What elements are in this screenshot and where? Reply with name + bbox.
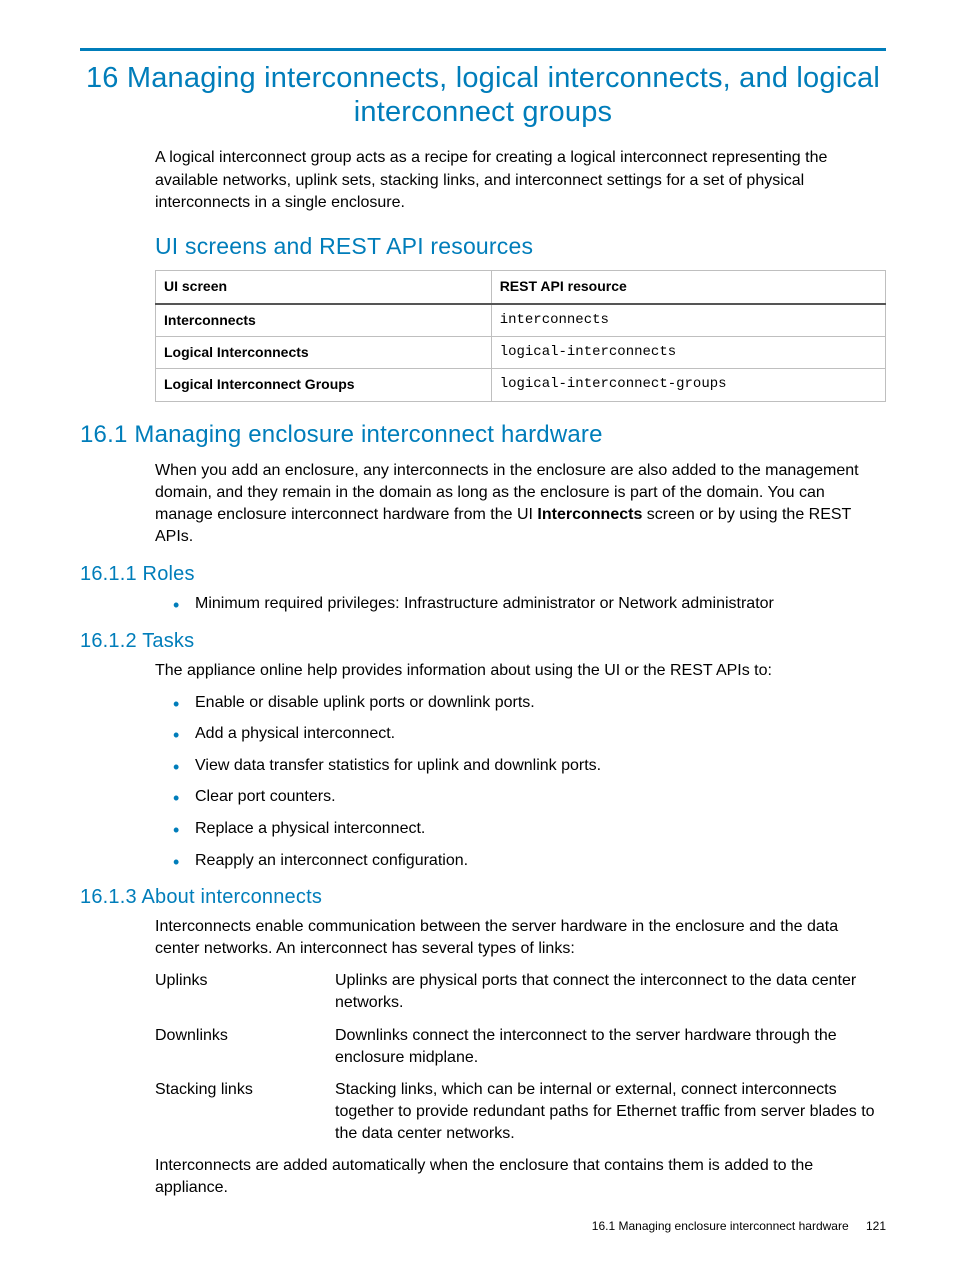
sec-16-1-para: When you add an enclosure, any interconn… <box>155 460 886 548</box>
ui-rest-table-wrap: UI screen REST API resource Interconnect… <box>155 270 886 401</box>
th-ui-screen: UI screen <box>156 271 492 304</box>
intro-block: A logical interconnect group acts as a r… <box>155 147 886 213</box>
cell-api: logical-interconnect-groups <box>491 369 885 401</box>
list-item: Minimum required privileges: Infrastruct… <box>195 593 886 615</box>
cell-ui: Interconnects <box>156 304 492 337</box>
def-row: Stacking links Stacking links, which can… <box>155 1079 886 1145</box>
ui-rest-table: UI screen REST API resource Interconnect… <box>155 270 886 401</box>
list-item: Clear port counters. <box>195 786 886 808</box>
table-row: Interconnects interconnects <box>156 304 886 337</box>
about-lead: Interconnects enable communication betwe… <box>155 916 886 960</box>
list-item: Enable or disable uplink ports or downli… <box>195 692 886 714</box>
cell-api: logical-interconnects <box>491 337 885 369</box>
tasks-lead: The appliance online help provides infor… <box>155 660 886 682</box>
cell-api: interconnects <box>491 304 885 337</box>
list-item: Reapply an interconnect configuration. <box>195 850 886 872</box>
footer-page-number: 121 <box>866 1219 886 1233</box>
roles-list: Minimum required privileges: Infrastruct… <box>155 593 886 615</box>
intro-text: A logical interconnect group acts as a r… <box>155 147 886 213</box>
sec-16-1-2-body: The appliance online help provides infor… <box>155 660 886 872</box>
footer-label: 16.1 Managing enclosure interconnect har… <box>592 1219 849 1233</box>
sec-16-1-2-heading: 16.1.2 Tasks <box>80 629 886 654</box>
top-rule <box>80 48 886 51</box>
link-types-list: Uplinks Uplinks are physical ports that … <box>155 970 886 1145</box>
def-row: Downlinks Downlinks connect the intercon… <box>155 1025 886 1069</box>
tasks-list: Enable or disable uplink ports or downli… <box>155 692 886 872</box>
sec-16-1-body: When you add an enclosure, any interconn… <box>155 460 886 548</box>
list-item: View data transfer statistics for uplink… <box>195 755 886 777</box>
sec-16-1-3-trail: Interconnects are added automatically wh… <box>155 1155 886 1199</box>
sec-16-1-3-lead: Interconnects enable communication betwe… <box>155 916 886 960</box>
list-item: Add a physical interconnect. <box>195 723 886 745</box>
th-rest-resource: REST API resource <box>491 271 885 304</box>
def-desc: Stacking links, which can be internal or… <box>335 1079 886 1145</box>
page-footer: 16.1 Managing enclosure interconnect har… <box>592 1219 886 1233</box>
def-term: Stacking links <box>155 1079 335 1145</box>
ui-rest-heading: UI screens and REST API resources <box>155 232 886 261</box>
cell-ui: Logical Interconnect Groups <box>156 369 492 401</box>
table-row: Logical Interconnect Groups logical-inte… <box>156 369 886 401</box>
sec-16-1-heading: 16.1 Managing enclosure interconnect har… <box>80 420 886 450</box>
about-trail: Interconnects are added automatically wh… <box>155 1155 886 1199</box>
sec-16-1-1-heading: 16.1.1 Roles <box>80 562 886 587</box>
sec-16-1-3-heading: 16.1.3 About interconnects <box>80 885 886 910</box>
def-term: Uplinks <box>155 970 335 1014</box>
def-desc: Uplinks are physical ports that connect … <box>335 970 886 1014</box>
page: 16 Managing interconnects, logical inter… <box>0 0 954 1271</box>
table-row: Logical Interconnects logical-interconne… <box>156 337 886 369</box>
para-bold: Interconnects <box>537 506 642 523</box>
cell-ui: Logical Interconnects <box>156 337 492 369</box>
list-item: Replace a physical interconnect. <box>195 818 886 840</box>
chapter-title: 16 Managing interconnects, logical inter… <box>80 61 886 129</box>
def-row: Uplinks Uplinks are physical ports that … <box>155 970 886 1014</box>
sec-16-1-1-body: Minimum required privileges: Infrastruct… <box>155 593 886 615</box>
def-desc: Downlinks connect the interconnect to th… <box>335 1025 886 1069</box>
def-term: Downlinks <box>155 1025 335 1069</box>
